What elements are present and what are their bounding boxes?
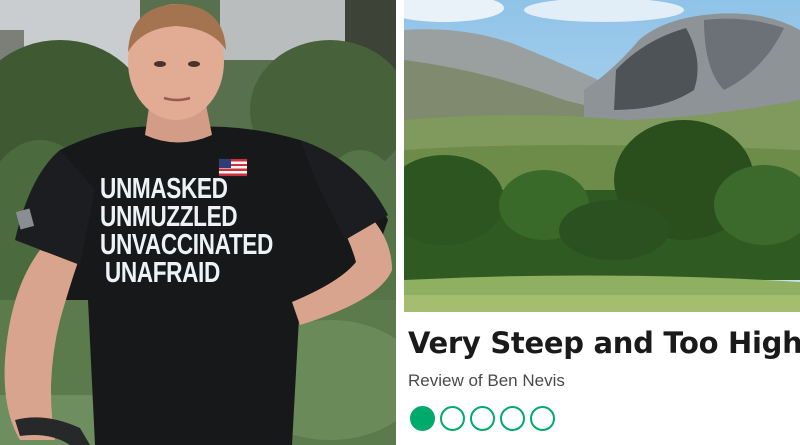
shirt-slogan: UNMASKED UNMUZZLED UNVACCINATED UNAFRAID (100, 173, 273, 289)
ben-nevis-landscape (404, 0, 800, 312)
shirt-line-1: UNMASKED (100, 173, 228, 205)
shirt-line-4: UNAFRAID (104, 257, 220, 289)
bubble-rating (410, 406, 555, 432)
mountain-photo (404, 0, 800, 312)
shirt-line-2: UNMUZZLED (100, 201, 238, 233)
rating-bubble-empty-icon (500, 406, 525, 431)
review-title: Very Steep and Too High (408, 326, 800, 360)
rating-bubble-empty-icon (530, 406, 555, 431)
review-card: Very Steep and Too High Review of Ben Ne… (404, 0, 800, 445)
review-subtitle: Review of Ben Nevis (408, 371, 565, 390)
rating-bubble-filled-icon (410, 406, 435, 431)
rating-bubble-empty-icon (440, 406, 465, 431)
left-photo: UNMASKED UNMUZZLED UNVACCINATED UNAFRAID (0, 0, 396, 445)
rating-bubble-empty-icon (470, 406, 495, 431)
shirt-line-3: UNVACCINATED (100, 229, 273, 261)
